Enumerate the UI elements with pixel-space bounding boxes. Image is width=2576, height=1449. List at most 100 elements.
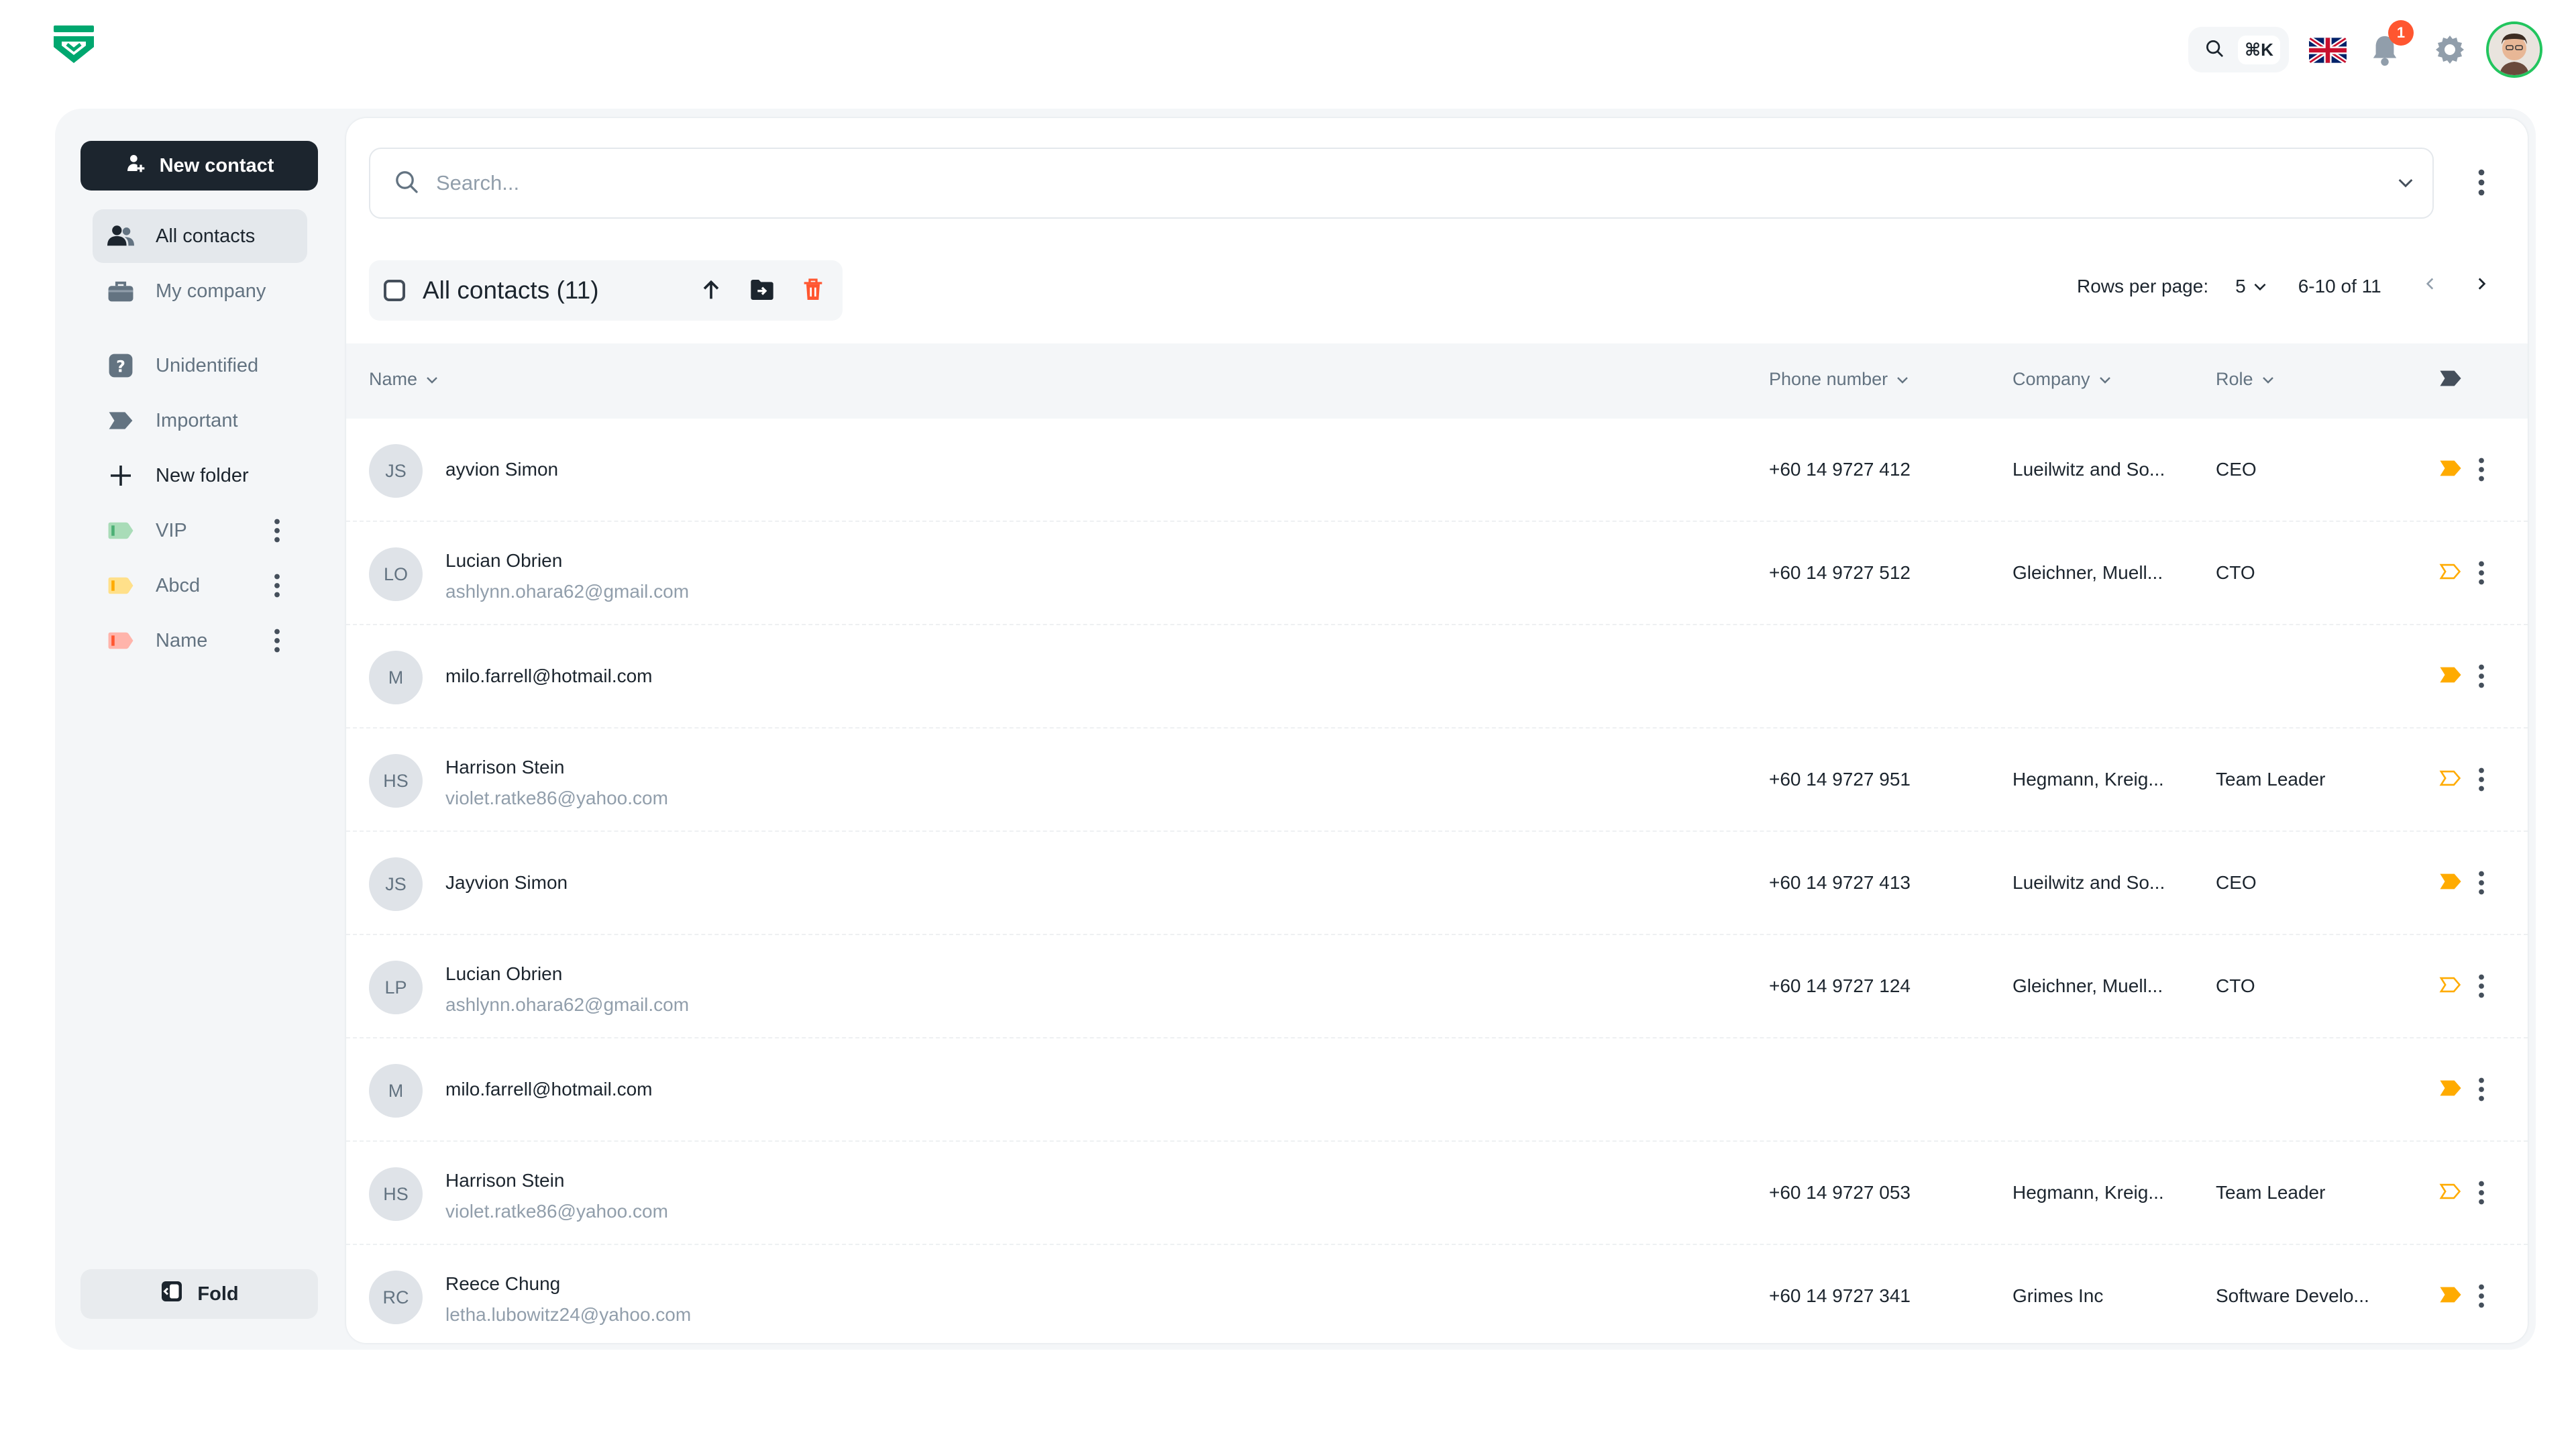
chevron-down-icon[interactable] [2395,172,2416,197]
sidebar-item-vip[interactable]: VIP [93,504,307,557]
table-row[interactable]: JS ayvion Simon +60 14 9727 412 Lueilwit… [346,419,2528,522]
contact-role: Team Leader [2216,769,2326,790]
more-vertical-icon[interactable] [2478,458,2485,485]
search-input[interactable]: Search... [369,148,2434,219]
column-label: Role [2216,369,2253,389]
contact-phone: +60 14 9727 951 [1769,769,1911,790]
important-label-outline-icon[interactable] [2439,769,2462,791]
user-avatar[interactable] [2486,21,2542,78]
contact-phone: +60 14 9727 413 [1769,872,1911,893]
chevron-down-icon [2099,376,2110,384]
label-icon [106,571,136,600]
notification-badge: 1 [2388,20,2414,46]
table-row[interactable]: RC Reece Chung letha.lubowitz24@yahoo.co… [346,1245,2528,1343]
important-label-icon[interactable] [2439,459,2462,481]
bulk-toolbar: All contacts (11) [369,260,843,321]
svg-text:?: ? [116,358,125,376]
table-row[interactable]: JS Jayvion Simon +60 14 9727 413 Lueilwi… [346,832,2528,935]
contact-avatar: JS [369,444,423,498]
sidebar-item-unidentified[interactable]: ? Unidentified [93,339,307,392]
table-row[interactable]: M milo.farrell@hotmail.com [346,625,2528,729]
column-header-role[interactable]: Role [2216,369,2276,390]
more-vertical-icon[interactable] [2478,561,2485,588]
sidebar-item-label: All contacts [156,225,256,247]
chevron-down-icon [2254,283,2266,290]
contact-company: Lueilwitz and So... [2012,459,2165,480]
contact-phone: +60 14 9727 512 [1769,562,1911,583]
brand-logo[interactable] [52,24,95,72]
column-header-company[interactable]: Company [2012,369,2113,390]
more-vertical-icon[interactable] [274,519,280,548]
important-label-outline-icon[interactable] [2439,975,2462,998]
contact-role: CEO [2216,872,2257,893]
contact-email: violet.ratke86@yahoo.com [445,1201,668,1222]
contact-name: Lucian Obrien [445,963,563,984]
column-header-name[interactable]: Name [369,369,440,390]
sidebar-item-label: Unidentified [156,354,259,376]
contact-email: violet.ratke86@yahoo.com [445,788,668,808]
list-title: All contacts (11) [423,276,599,304]
fold-label: Fold [197,1283,239,1305]
uk-flag-icon[interactable] [2309,37,2347,64]
more-vertical-icon[interactable] [2478,1284,2485,1311]
select-all-checkbox[interactable] [384,280,405,301]
sidebar-item-my-company[interactable]: My company [93,264,307,318]
rows-per-page-value: 5 [2235,275,2246,297]
more-vertical-icon[interactable] [2478,1077,2485,1105]
column-header-important[interactable] [2439,369,2462,388]
important-label-icon[interactable] [2439,1285,2462,1307]
more-vertical-icon[interactable] [2478,169,2485,199]
contact-phone: +60 14 9727 053 [1769,1182,1911,1203]
contact-name: milo.farrell@hotmail.com [445,665,653,686]
sidebar-item-all-contacts[interactable]: All contacts [93,209,307,263]
important-label-icon[interactable] [2439,1079,2462,1101]
table-row[interactable]: LP Lucian Obrien ashlynn.ohara62@gmail.c… [346,935,2528,1038]
important-label-outline-icon[interactable] [2439,1182,2462,1204]
important-label-icon[interactable] [2439,665,2462,688]
gear-icon[interactable] [2434,34,2466,66]
contact-role: CTO [2216,975,2255,996]
arrow-up-icon[interactable] [698,276,724,307]
sidebar-item-important[interactable]: Important [93,394,307,447]
sidebar-item-new-folder[interactable]: New folder [93,449,307,502]
important-label-icon[interactable] [2439,872,2462,894]
more-vertical-icon[interactable] [2478,974,2485,1002]
column-header-phone[interactable]: Phone number [1769,369,1911,390]
next-page-icon[interactable] [2473,274,2490,299]
sidebar-item-label: Abcd [156,574,201,596]
sidebar-item-label: VIP [156,519,187,541]
sidebar-item-name[interactable]: Name [93,614,307,667]
table-row[interactable]: HS Harrison Stein violet.ratke86@yahoo.c… [346,729,2528,832]
label-icon [106,626,136,655]
more-vertical-icon[interactable] [2478,767,2485,795]
trash-icon[interactable] [800,276,826,307]
column-label: Company [2012,369,2090,389]
new-contact-button[interactable]: New contact [80,141,318,191]
table-row[interactable]: M milo.farrell@hotmail.com [346,1038,2528,1142]
search-placeholder: Search... [436,171,520,195]
table-row[interactable]: LO Lucian Obrien ashlynn.ohara62@gmail.c… [346,522,2528,625]
column-label: Name [369,369,418,389]
more-vertical-icon[interactable] [274,629,280,658]
label-icon [106,406,136,435]
contact-company: Gleichner, Muell... [2012,562,2163,583]
contact-name: Lucian Obrien [445,550,563,571]
move-to-folder-icon[interactable] [749,276,775,307]
fold-sidebar-button[interactable]: Fold [80,1269,318,1319]
chevron-down-icon [2262,376,2273,384]
important-label-outline-icon[interactable] [2439,562,2462,584]
table-row[interactable]: HS Harrison Stein violet.ratke86@yahoo.c… [346,1142,2528,1245]
more-vertical-icon[interactable] [274,574,280,603]
more-vertical-icon[interactable] [2478,871,2485,898]
contact-avatar: RC [369,1271,423,1324]
rows-per-page-select[interactable]: 5 [2235,276,2269,297]
previous-page-icon[interactable] [2422,274,2439,299]
briefcase-icon [106,276,136,306]
global-search-button[interactable]: ⌘K [2188,27,2289,72]
contact-phone: +60 14 9727 124 [1769,975,1911,996]
more-vertical-icon[interactable] [2478,1181,2485,1208]
contact-email: ashlynn.ohara62@gmail.com [445,581,690,602]
sidebar-item-abcd[interactable]: Abcd [93,559,307,612]
contact-avatar: LP [369,961,423,1014]
more-vertical-icon[interactable] [2478,664,2485,692]
